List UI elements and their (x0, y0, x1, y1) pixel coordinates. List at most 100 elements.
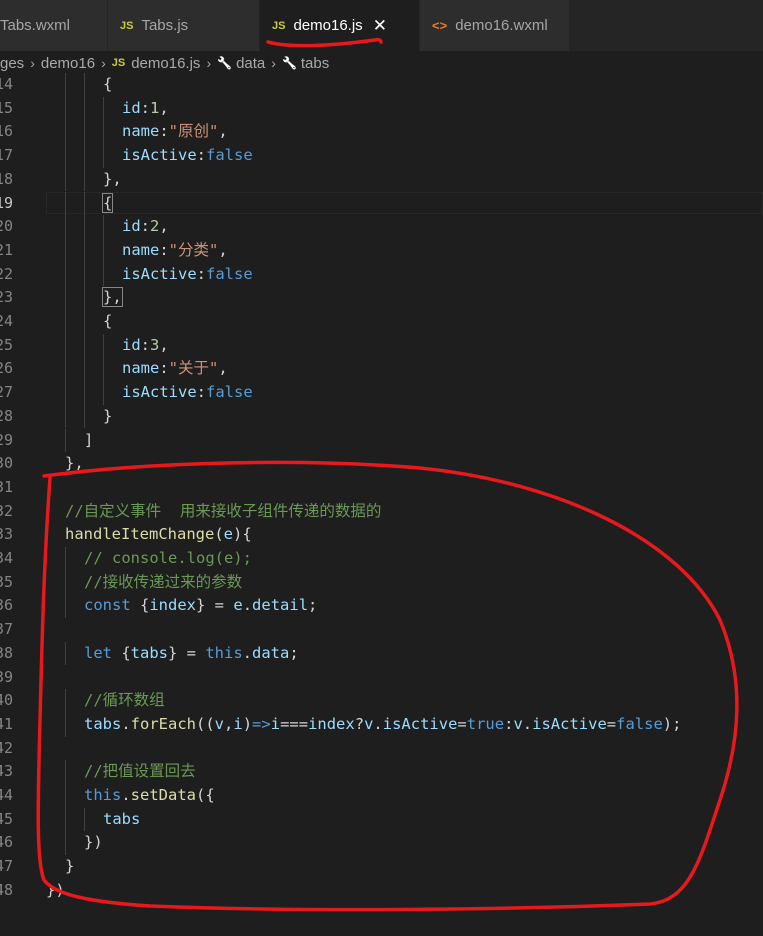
code-token: data (252, 643, 290, 662)
close-icon[interactable]: ✕ (373, 16, 387, 36)
indent-guide (65, 262, 66, 287)
line-number: 32 (0, 501, 13, 520)
line-number: 19 (0, 193, 13, 212)
indent-guide (65, 120, 66, 145)
code-token: , (224, 714, 234, 733)
code-line: 47} (0, 855, 763, 879)
code-token: , (218, 359, 228, 378)
code-line: 19 { (0, 191, 763, 216)
code-line: 41tabs.forEach((v,i)=>i===index?v.isActi… (0, 712, 763, 737)
tab-label: Tabs.js (141, 17, 189, 34)
indent-guide (84, 238, 85, 263)
code-text: //自定义事件 用来接收子组件传递的数据的 (65, 500, 381, 524)
code-token: ? (354, 714, 365, 733)
code-token: //接收传递过来的参数 (84, 572, 243, 591)
code-text: // console.log(e); (84, 547, 252, 571)
indent-guide (65, 144, 66, 168)
code-token: { (101, 192, 114, 213)
code-token: i (270, 714, 281, 733)
code-editor[interactable]: 14{15id:1,16name:"原创",17isActive:false18… (0, 73, 763, 913)
line-number: 24 (0, 312, 13, 330)
line-number: 26 (0, 359, 13, 378)
code-line: 17 isActive:false (0, 144, 763, 168)
indent-guide (84, 73, 85, 97)
indent-guide (65, 784, 66, 808)
breadcrumb-label: tabs (300, 54, 330, 72)
chevron-right-icon: › (271, 55, 276, 71)
indent-guide (84, 333, 85, 358)
line-number: 37 (0, 620, 13, 639)
code-token: //自定义事件 用来接收子组件传递的数据的 (65, 501, 382, 520)
code-token: , (159, 98, 169, 117)
code-text: } (103, 405, 112, 429)
indent-guide (84, 144, 85, 168)
code-line: 39 (0, 666, 763, 690)
code-line: 31 (0, 476, 763, 500)
breadcrumb-item[interactable]: 🔧 data (217, 55, 265, 72)
code-line: 32 //自定义事件 用来接收子组件传递的数据的 (0, 500, 763, 524)
breadcrumb-item[interactable]: demo16 (41, 55, 95, 72)
indent-guide (84, 807, 85, 832)
breadcrumb-item[interactable]: 🔧 tabs (282, 55, 329, 72)
code-line: 42 (0, 737, 763, 761)
breadcrumb-item[interactable]: ges (0, 55, 24, 72)
code-token: v (214, 714, 225, 733)
tab-demo16-js[interactable]: JS demo16.js ✕ (260, 0, 420, 51)
breadcrumb: ges › demo16 › JS demo16.js › 🔧 data › 🔧 tabs (0, 51, 763, 75)
code-token: true (466, 714, 505, 733)
indent-guide (65, 310, 66, 334)
breadcrumb-item[interactable]: JS demo16.js (112, 55, 201, 72)
code-token: false (616, 714, 663, 733)
tab-label: demo16.js (293, 17, 363, 34)
code-token: i (233, 714, 243, 733)
line-number: 27 (0, 383, 13, 402)
indent-guide (65, 570, 66, 595)
line-number: 18 (0, 169, 13, 188)
code-token: = (606, 714, 617, 733)
code-text: //循环数组 (84, 689, 165, 713)
code-token: : (140, 217, 151, 236)
indent-guide (65, 594, 66, 619)
code-token: this (84, 786, 122, 804)
code-line: 24 { (0, 310, 763, 334)
code-token: ; (289, 643, 299, 662)
indent-guide (84, 357, 85, 382)
code-token: false (206, 383, 253, 402)
breadcrumb-label: ges (0, 54, 25, 72)
line-number: 30 (0, 454, 13, 473)
code-line: 18}, (0, 167, 763, 192)
line-number: 38 (0, 643, 13, 662)
code-token: ( (214, 525, 224, 544)
tab-tabs-wxml[interactable]: Tabs.wxml (0, 0, 108, 51)
tab-demo16-wxml[interactable]: <> demo16.wxml (420, 0, 570, 51)
code-text: }) (84, 831, 103, 855)
code-line: 23}, (0, 286, 763, 310)
code-line: 21 name:"分类", (0, 238, 763, 263)
breadcrumb-label: data (236, 54, 266, 72)
code-text: const {index} = e.detail; (84, 594, 317, 618)
indent-guide (65, 357, 66, 382)
code-token: e (223, 525, 233, 544)
code-token: tabs (84, 714, 122, 733)
line-number: 20 (0, 217, 13, 236)
code-token: : (140, 98, 151, 117)
indent-guide (65, 167, 66, 192)
code-token: isActive (532, 714, 607, 733)
indent-guide (65, 73, 66, 97)
code-token: }, (103, 169, 122, 188)
tab-tabs-js[interactable]: JS Tabs.js (108, 0, 260, 51)
indent-guide (65, 191, 66, 216)
code-text: handleItemChange(e){ (65, 523, 252, 547)
code-token: : (196, 146, 206, 165)
indent-guide (84, 120, 85, 145)
code-token: { (103, 75, 113, 93)
code-line: 29] (0, 428, 763, 453)
code-token: false (206, 146, 253, 165)
code-line: 37 (0, 618, 763, 642)
code-token: tabs (130, 643, 168, 662)
code-text: { (101, 192, 114, 216)
breadcrumb-label: demo16 (40, 54, 96, 72)
indent-guide (65, 96, 66, 121)
code-token: id (122, 335, 141, 354)
code-token: => (252, 714, 271, 733)
